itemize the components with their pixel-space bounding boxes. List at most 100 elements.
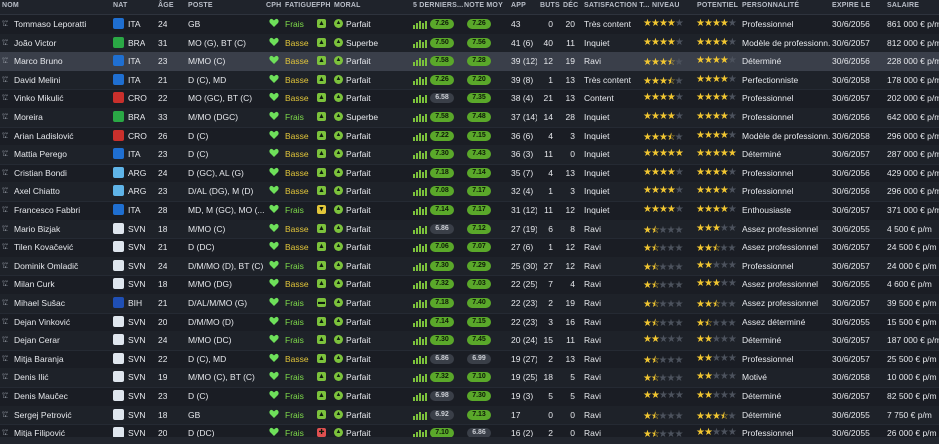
goals: 7 [548, 279, 553, 290]
table-row[interactable]: ⛫ Axel Chiatto ARG 23 D/AL (DG), M (D) Basse ▲… [0, 182, 939, 202]
pin-icon[interactable]: ⛫ [2, 279, 8, 288]
pin-icon[interactable]: ⛫ [2, 410, 8, 419]
table-row[interactable]: ⛫ Denis Ilić SVN 19 M/MO (C), BT (C) Frais ▲ ▲ P… [0, 368, 939, 388]
table-row[interactable]: ⛫ Moreira BRA 33 M/MO (DGC) Frais ▲ ▲ Superbe 7.5… [0, 108, 939, 128]
player-name[interactable]: Denis Ilić [14, 372, 112, 382]
player-name[interactable]: Sergej Petrović [14, 410, 112, 420]
player-name[interactable]: Dejan Vinković [14, 317, 112, 327]
table-row[interactable]: ⛫ Tommaso Leporatti ITA 24 GB Frais ▲ ▲ Parfait 7… [0, 15, 939, 35]
player-name[interactable]: Cristian Bondi [14, 168, 112, 178]
star-icon: ★ [711, 390, 721, 401]
table-row[interactable]: ⛫ Dejan Cerar SVN 24 M/MO (DC) Frais ▲ ▲ Parfait… [0, 331, 939, 351]
pin-icon[interactable]: ⛫ [2, 298, 8, 307]
pin-icon[interactable]: ⛫ [2, 186, 8, 195]
position: D (DC) [188, 242, 215, 253]
player-name[interactable]: Tommaso Leporatti [14, 19, 112, 29]
potential-stars: ★★★★★ [696, 55, 737, 66]
player-name[interactable]: Milan Curk [14, 279, 112, 289]
potential-stars: ★★★★★ [696, 204, 737, 215]
player-name[interactable]: Arian Ladislović [14, 131, 112, 141]
table-row[interactable]: ⛫ Mitja Baranja SVN 22 D (C), MD Basse ▲ ▲ Parfa… [0, 350, 939, 370]
col-niveau[interactable]: NIVEAU [652, 2, 680, 9]
pin-icon[interactable]: ⛫ [2, 205, 8, 214]
col-buts[interactable]: BUTS [540, 2, 560, 9]
table-row[interactable]: ⛫ João Victor BRA 31 MO (G), BT (C) Basse ▲ ▲ Su… [0, 33, 939, 54]
pin-icon[interactable]: ⛫ [2, 372, 8, 381]
player-name[interactable]: Francesco Fabbri [14, 205, 112, 215]
col-salaire[interactable]: SALAIRE [887, 2, 919, 9]
col-personnalite[interactable]: PERSONNALITÉ [742, 2, 799, 9]
col-potentiel[interactable]: POTENTIEL [697, 2, 738, 9]
col-note[interactable]: NOTE MOY [464, 2, 503, 9]
pin-icon[interactable]: ⛫ [2, 354, 8, 363]
star-icon: ★ [719, 73, 729, 85]
table-row[interactable]: ⛫ Tilen Kovačević SVN 21 D (DC) Basse ▲ ▲ Parfai… [0, 238, 939, 258]
player-name[interactable]: Axel Chiatto [14, 186, 112, 196]
player-name[interactable]: Dejan Cerar [14, 335, 112, 345]
player-name[interactable]: João Victor [14, 38, 112, 48]
player-name[interactable]: Mattia Perego [14, 149, 112, 159]
col-expire[interactable]: EXPIRE LE [832, 2, 870, 9]
col-fph[interactable]: FPH [316, 2, 331, 9]
table-row[interactable]: ⛫ Francesco Fabbri ITA 28 MD, M (GC), MO (..… [0, 201, 939, 221]
table-row[interactable]: ⛫ Mihael Sušac BIH 21 D/AL/M/MO (G) Frais ▬ ▲ Pa… [0, 294, 939, 314]
player-name[interactable]: Mitja Baranja [14, 354, 112, 364]
table-row[interactable]: ⛫ David Melini ITA 21 D (C), MD Basse ▲ ▲ Parfai… [0, 70, 939, 91]
col-nat[interactable]: NAT [113, 2, 127, 9]
player-name[interactable]: Mario Bizjak [14, 224, 112, 234]
table-row[interactable]: ⛫ Arian Ladislović CRO 26 D (C) Basse ▲ ▲ Parfai… [0, 127, 939, 147]
pin-icon[interactable]: ⛫ [2, 335, 8, 344]
pin-icon[interactable]: ⛫ [2, 56, 8, 65]
star-icon: ★ [696, 129, 705, 141]
player-name[interactable]: Mihael Sušac [14, 298, 112, 308]
col-fatigue[interactable]: FATIGUE [285, 2, 316, 9]
fph-icon: ▲ [317, 56, 326, 66]
table-row[interactable]: ⛫ Dejan Vinković SVN 20 D/M/MO (D) Frais ▲ ▲ Par… [0, 313, 939, 333]
pin-icon[interactable]: ⛫ [2, 242, 8, 251]
col-app[interactable]: APP [511, 2, 526, 9]
pin-icon[interactable]: ⛫ [2, 391, 8, 400]
table-row[interactable]: ⛫ Mario Bizjak SVN 18 M/MO (C) Basse ▲ ▲ Parfait… [0, 219, 939, 240]
col-poste[interactable]: POSTE [188, 2, 213, 9]
pin-icon[interactable]: ⛫ [2, 224, 8, 233]
pin-icon[interactable]: ⛫ [2, 19, 8, 28]
pin-icon[interactable]: ⛫ [2, 131, 8, 140]
table-row[interactable]: ⛫ Marco Bruno ITA 23 M/MO (C) Basse ▲ ▲ Parfait 7… [0, 52, 939, 72]
col-derniers[interactable]: 5 DERNIERS... [413, 2, 463, 9]
pin-icon[interactable]: ⛫ [2, 112, 8, 121]
col-nom[interactable]: NOM [2, 2, 19, 9]
player-name[interactable]: Moreira [14, 112, 112, 122]
col-dec[interactable]: DÉC [563, 2, 578, 9]
pin-icon[interactable]: ⛫ [2, 75, 8, 84]
star-icon: ★ [696, 204, 705, 215]
assists: 3 [570, 186, 575, 197]
table-row[interactable]: ⛫ Mattia Perego ITA 23 D (C) Basse ▲ ▲ Parfait 7.… [0, 145, 939, 165]
col-age[interactable]: ÂGE [158, 2, 174, 9]
player-name[interactable]: Tilen Kovačević [14, 242, 112, 252]
pin-icon[interactable]: ⛫ [2, 38, 8, 47]
pin-icon[interactable]: ⛫ [2, 168, 8, 177]
col-satisfaction[interactable]: SATISFACTION T... [584, 2, 650, 9]
table-row[interactable]: ⛫ Cristian Bondi ARG 24 D (GC), AL (G) Basse ▲… [0, 164, 939, 184]
star-icon: ★ [650, 57, 660, 69]
pin-icon[interactable]: ⛫ [2, 93, 8, 102]
heart-icon [269, 297, 279, 307]
player-name[interactable]: Vinko Mikulić [14, 93, 112, 103]
player-name[interactable]: Denis Maučec [14, 391, 112, 401]
pin-icon[interactable]: ⛫ [2, 428, 8, 437]
table-row[interactable]: ⛫ Denis Maučec SVN 23 D (C) Frais ▲ ▲ Parfait 6.9… [0, 387, 939, 407]
pin-icon[interactable]: ⛫ [2, 149, 8, 158]
table-row[interactable]: ⛫ Vinko Mikulić CRO 22 MO (GC), BT (C) Basse ▲… [0, 89, 939, 109]
table-row[interactable]: ⛫ Dominik Omladič SVN 24 D/M/MO (D), BT (C) F… [0, 256, 939, 277]
player-name[interactable]: David Melini [14, 75, 112, 85]
pin-icon[interactable]: ⛫ [2, 261, 8, 270]
salary: 642 000 € p/m [887, 112, 939, 122]
pin-icon[interactable]: ⛫ [2, 317, 8, 326]
player-name[interactable]: Dominik Omladič [14, 261, 112, 271]
player-name[interactable]: Marco Bruno [14, 56, 112, 66]
table-row[interactable]: ⛫ Sergej Petrović SVN 18 GB Frais ▲ ▲ Parfait 6.9… [0, 405, 939, 426]
horizontal-scrollbar[interactable] [0, 437, 939, 444]
col-moral[interactable]: MORAL [334, 2, 361, 9]
table-row[interactable]: ⛫ Milan Curk SVN 18 M/MO (DG) Basse ▲ ▲ Parfait 7… [0, 275, 939, 295]
col-cph[interactable]: CPH [266, 2, 281, 9]
